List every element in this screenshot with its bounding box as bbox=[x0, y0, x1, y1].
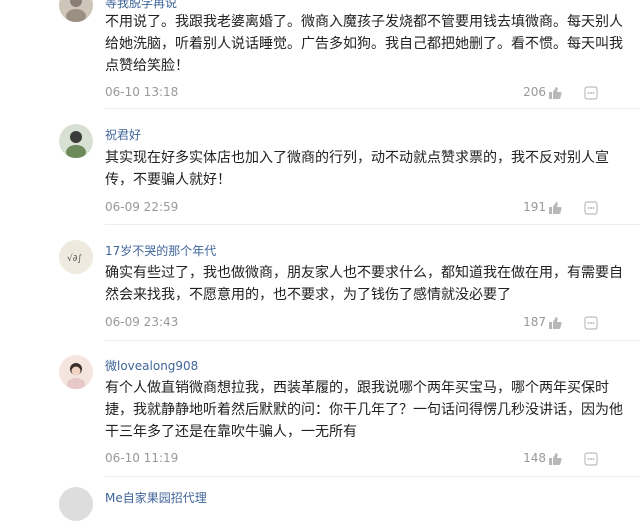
comment-username[interactable]: 等我脱学再说 bbox=[105, 0, 177, 11]
comment-username[interactable]: 17岁不哭的那个年代 bbox=[105, 242, 216, 259]
thumbs-up-icon[interactable] bbox=[548, 315, 562, 329]
comment-time: 06-10 11:19 bbox=[105, 451, 179, 465]
avatar[interactable] bbox=[59, 124, 93, 158]
avatar[interactable]: √∂∫ bbox=[59, 240, 93, 274]
like-count: 206 bbox=[523, 85, 546, 99]
more-icon[interactable] bbox=[584, 451, 598, 466]
divider bbox=[105, 224, 640, 225]
divider bbox=[105, 476, 640, 477]
thumbs-up-icon[interactable] bbox=[548, 85, 562, 99]
like-count: 148 bbox=[523, 451, 546, 465]
comment-text: 不用说了。我跟我老婆离婚了。微商入魔孩子发烧都不管要用钱去填微商。每天别人给她洗… bbox=[105, 14, 623, 74]
thumbs-up-icon[interactable] bbox=[548, 200, 562, 214]
like-count: 187 bbox=[523, 315, 546, 329]
comment-username[interactable]: 祝君好 bbox=[105, 126, 141, 143]
comment-time: 06-09 22:59 bbox=[105, 200, 179, 214]
comment-text: 确实有些过了，我也做微商，朋友家人也不要求什么，都知道我在做在用，有需要自然会来… bbox=[105, 265, 623, 303]
avatar[interactable] bbox=[59, 355, 93, 389]
avatar[interactable] bbox=[59, 0, 93, 22]
comment-time: 06-09 23:43 bbox=[105, 315, 179, 329]
svg-text:√∂∫: √∂∫ bbox=[67, 253, 82, 264]
more-icon[interactable] bbox=[584, 315, 598, 330]
comment-text: 有个人做直销微商想拉我，西装革履的，跟我说哪个两年买宝马，哪个两年买保时捷，我就… bbox=[105, 380, 623, 440]
divider bbox=[105, 108, 640, 109]
comment-text: 其实现在好多实体店也加入了微商的行列，动不动就点赞求票的，我不反对别人宣传，不要… bbox=[105, 150, 609, 188]
more-icon[interactable] bbox=[584, 85, 598, 100]
avatar[interactable] bbox=[59, 487, 93, 521]
like-count: 191 bbox=[523, 200, 546, 214]
comment-time: 06-10 13:18 bbox=[105, 85, 179, 99]
comment-username[interactable]: 微lovealong908 bbox=[105, 357, 198, 374]
thumbs-up-icon[interactable] bbox=[548, 451, 562, 465]
more-icon[interactable] bbox=[584, 200, 598, 215]
divider bbox=[105, 340, 640, 341]
